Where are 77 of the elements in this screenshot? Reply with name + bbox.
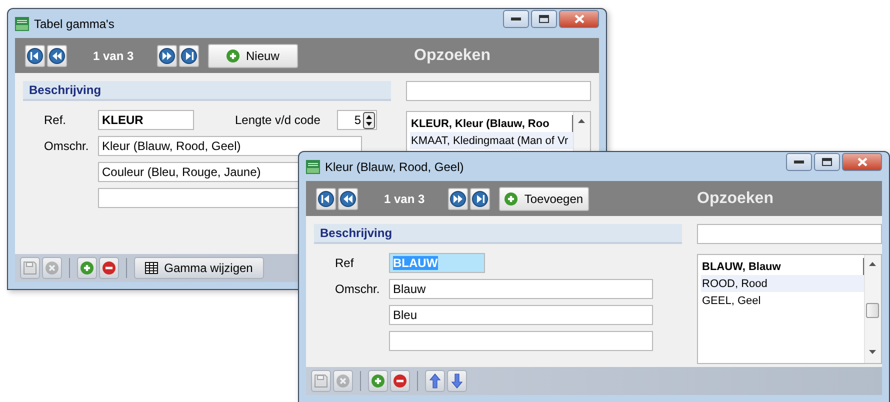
section-title: Beschrijving <box>320 226 392 240</box>
delete-icon <box>393 374 407 388</box>
app-icon <box>306 160 320 174</box>
skip-icon <box>27 48 43 64</box>
search-field[interactable] <box>406 81 591 101</box>
ref-field[interactable]: KLEUR <box>98 110 194 130</box>
minimize-button[interactable] <box>786 153 812 171</box>
skip-icon <box>318 190 334 206</box>
add-button[interactable]: Toevoegen <box>498 186 589 210</box>
field-label: Ref <box>335 256 355 270</box>
list-item[interactable]: GEEL, Geel <box>701 292 864 309</box>
close-button[interactable] <box>559 10 599 28</box>
spin-arrows-icon <box>363 112 375 128</box>
close-icon <box>574 14 584 24</box>
skip-icon <box>472 190 488 206</box>
record-position: 1 van 3 <box>93 48 134 62</box>
navigation-button[interactable] <box>338 188 358 210</box>
lookup-title: Opzoeken <box>696 190 774 208</box>
navigation-button[interactable] <box>156 44 177 66</box>
add-button[interactable] <box>77 257 97 279</box>
list-item[interactable]: ROOD, Rood <box>701 275 864 292</box>
minimize-button[interactable] <box>503 10 529 28</box>
scroll-down-icon <box>869 350 876 354</box>
field-label: Omschr. <box>335 282 381 296</box>
skip-icon <box>180 48 197 64</box>
navigation-button[interactable] <box>316 188 336 210</box>
delete-icon <box>102 261 116 275</box>
record-position: 1 van 3 <box>384 192 425 206</box>
minimize-icon <box>511 17 521 21</box>
section-title: Beschrijving <box>29 83 102 97</box>
scroll-up-icon <box>869 262 876 266</box>
navigation-button[interactable] <box>470 188 490 210</box>
maximize-button[interactable] <box>814 153 840 171</box>
down-arrow-icon <box>451 373 463 389</box>
add-icon <box>80 261 94 275</box>
field-label: Omschr. <box>44 139 90 153</box>
navigation-button[interactable] <box>47 44 67 66</box>
window-title: Tabel gamma's <box>34 16 114 30</box>
table-icon <box>145 262 158 274</box>
add-button[interactable] <box>368 370 388 392</box>
add-icon <box>226 48 240 62</box>
navigation-button[interactable] <box>25 44 45 66</box>
cancel-icon <box>45 261 59 275</box>
save-icon <box>23 261 37 275</box>
scroll-thumb[interactable] <box>866 303 879 318</box>
app-icon <box>15 16 29 30</box>
add-icon <box>371 374 385 388</box>
up-arrow-icon <box>429 373 441 389</box>
save-icon <box>314 374 328 388</box>
delete-button[interactable] <box>390 370 410 392</box>
close-icon <box>856 157 868 167</box>
field-label: Ref. <box>44 113 68 127</box>
scroll-up-icon <box>578 119 585 123</box>
maximize-icon <box>539 15 549 23</box>
change-range-button[interactable]: Gamma wijzigen <box>134 257 264 279</box>
navigation-button[interactable] <box>178 44 199 66</box>
cancel-icon <box>336 374 350 388</box>
minimize-icon <box>794 160 804 164</box>
delete-button[interactable] <box>99 257 119 279</box>
add-icon <box>504 192 518 206</box>
description-field[interactable]: Kleur (Blauw, Rood, Geel) <box>98 136 362 156</box>
list-item[interactable]: KMAAT, Kledingmaat (Man of Vr <box>410 132 573 149</box>
description-field[interactable]: Blauw <box>389 279 653 299</box>
maximize-button[interactable] <box>531 10 557 28</box>
navigation-button[interactable] <box>448 188 468 210</box>
maximize-icon <box>822 158 832 166</box>
field-label: Lengte v/d code <box>235 113 322 127</box>
search-field[interactable] <box>697 224 882 244</box>
number-spinner[interactable]: 5 <box>337 110 377 130</box>
description-field[interactable] <box>389 331 653 351</box>
add-button[interactable]: Nieuw <box>208 44 298 68</box>
close-button[interactable] <box>842 153 882 171</box>
up-button[interactable] <box>425 370 445 392</box>
description-field[interactable]: Bleu <box>389 305 653 325</box>
scrollbar[interactable] <box>864 255 881 363</box>
down-button[interactable] <box>447 370 467 392</box>
lookup-title: Opzoeken <box>413 46 492 64</box>
